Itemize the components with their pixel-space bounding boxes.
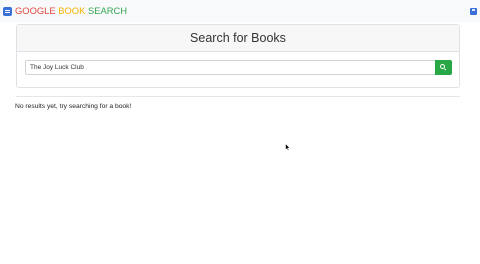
search-card-title: Search for Books [190,30,286,45]
search-input[interactable] [25,60,435,75]
brand-link[interactable]: GOOGLE BOOK SEARCH [3,5,127,17]
brand-word-google: GOOGLE [15,5,56,16]
brand-word-book: BOOK [58,5,86,16]
brand-title: GOOGLE BOOK SEARCH [15,5,127,17]
search-icon [440,64,445,69]
save-icon[interactable] [470,8,477,15]
navbar: GOOGLE BOOK SEARCH [0,0,480,22]
brand-word-search: SEARCH [87,5,128,16]
search-card: Search for Books [16,24,460,88]
mouse-pointer-icon [285,143,291,151]
search-button[interactable] [435,60,452,75]
search-card-header: Search for Books [17,25,459,52]
book-icon [3,6,12,16]
divider [16,96,460,97]
empty-results-message: No results yet, try searching for a book… [15,103,132,110]
